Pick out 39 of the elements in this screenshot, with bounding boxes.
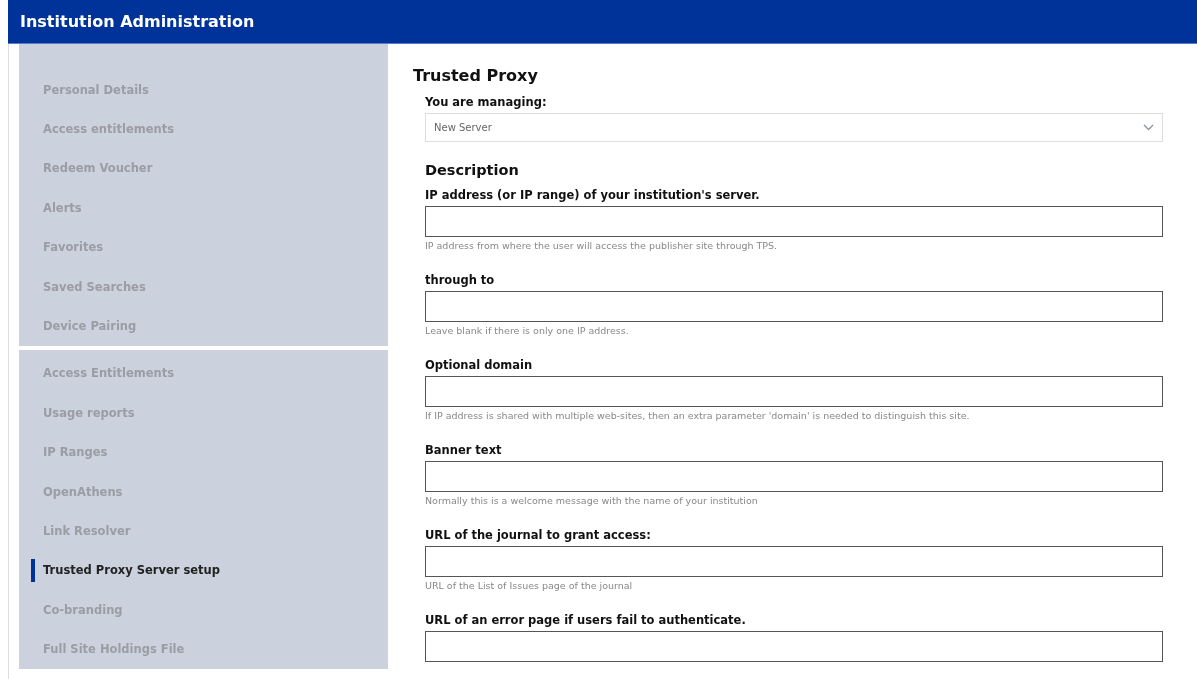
field-label: You are managing: — [425, 95, 548, 109]
sidebar-item[interactable]: Usage reports — [19, 393, 388, 433]
sidebar-item[interactable]: Link Resolver — [19, 511, 388, 551]
field-label: Optional domain — [425, 358, 534, 372]
sidebar-item[interactable]: Redeem Voucher — [19, 148, 388, 189]
input-field[interactable] — [425, 291, 1163, 322]
input-field[interactable] — [425, 631, 1163, 662]
help-text: IP address from where the user will access the publisher site through TPS. — [425, 240, 779, 251]
sidebar-item[interactable]: Access entitlements — [19, 109, 388, 149]
server-select[interactable]: New Server — [425, 113, 1163, 142]
input-field[interactable] — [425, 546, 1163, 577]
field-label: URL of an error page if users fail to authenticate. — [425, 613, 747, 627]
sidebar-item[interactable]: Personal Details — [19, 70, 388, 110]
help-text: If IP address is shared with multiple web-sites, then an extra parameter 'domain' is needed to distinguish this site. — [425, 410, 971, 421]
help-text: Leave blank if there is only one IP address. — [425, 325, 630, 336]
sidebar-item[interactable]: Access Entitlements — [19, 353, 388, 394]
help-text: Normally this is a welcome message with the name of your institution — [425, 495, 759, 506]
input-field[interactable] — [425, 376, 1163, 407]
sidebar-item[interactable]: Favorites — [19, 227, 388, 267]
field-label: URL of the journal to grant access: — [425, 528, 652, 542]
field-label: through to — [425, 273, 496, 287]
help-text: URL of the List of Issues page of the journal — [425, 580, 634, 591]
sidebar-item[interactable]: IP Ranges — [19, 432, 388, 472]
sidebar-item[interactable]: Trusted Proxy Server setup — [19, 550, 388, 591]
sidebar-item[interactable]: Device Pairing — [19, 306, 388, 346]
sidebar-item[interactable]: Full Site Holdings File — [19, 629, 388, 669]
page-title: Institution Administration — [20, 12, 255, 31]
sidebar-item[interactable]: OpenAthens — [19, 471, 388, 512]
field-label: Banner text — [425, 443, 503, 457]
section-title: Trusted Proxy — [413, 66, 539, 85]
subsection-title: Description — [425, 162, 520, 178]
input-field[interactable] — [425, 206, 1163, 237]
active-indicator — [31, 558, 35, 583]
sidebar-item[interactable]: Co-branding — [19, 590, 388, 630]
sidebar-item[interactable]: Saved Searches — [19, 266, 388, 307]
field-label: IP address (or IP range) of your institution's server. — [425, 188, 761, 202]
input-field[interactable] — [425, 461, 1163, 492]
sidebar-item[interactable]: Alerts — [19, 188, 388, 228]
chevron-down-icon — [1143, 124, 1154, 131]
